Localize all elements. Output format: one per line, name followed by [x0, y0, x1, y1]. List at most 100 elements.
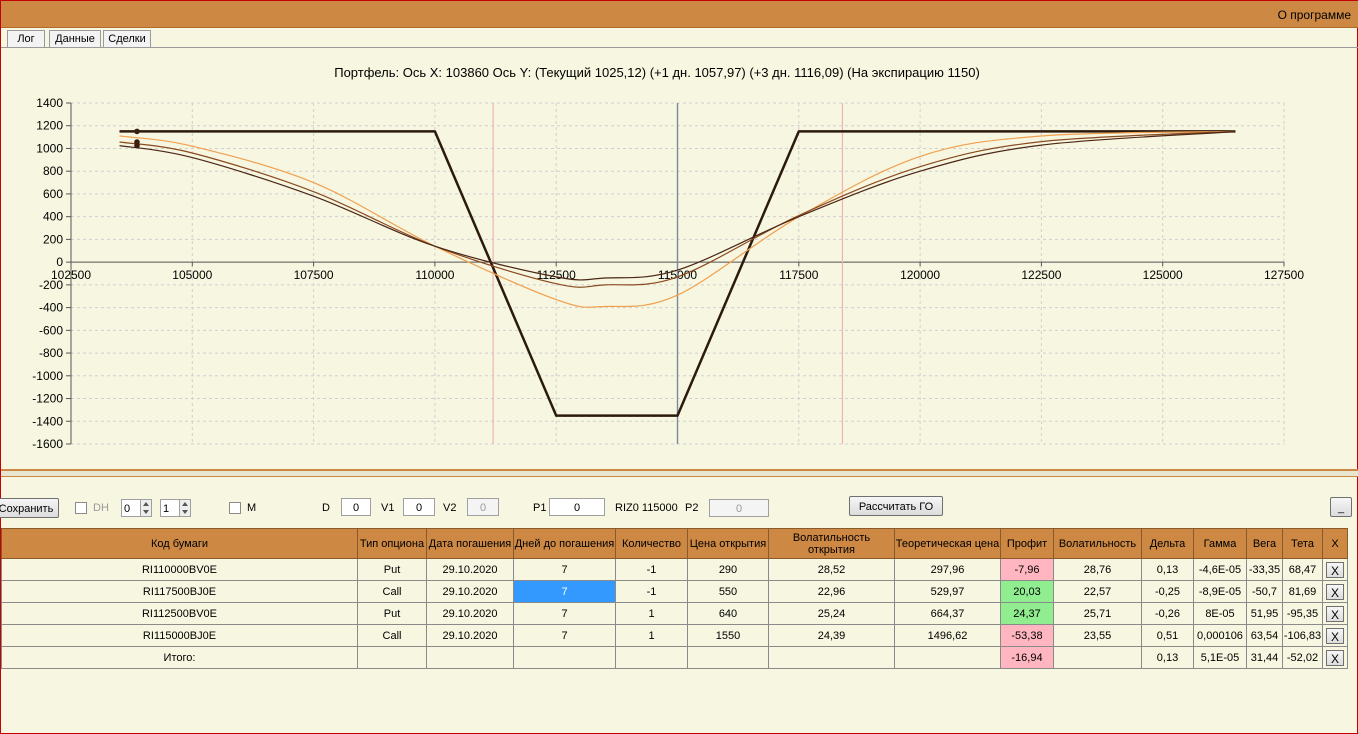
menu-about[interactable]: О программе	[1278, 8, 1351, 22]
col-expiry[interactable]: Дата погашения	[426, 528, 514, 559]
tab-deals[interactable]: Сделки	[103, 30, 151, 48]
cell-expiry[interactable]: 29.10.2020	[426, 558, 514, 581]
col-days[interactable]: Дней до погашения	[513, 528, 616, 559]
spin1-arrows-icon[interactable]	[140, 499, 152, 517]
cell-vol[interactable]: 22,57	[1053, 580, 1142, 603]
spin1-input[interactable]: 0	[121, 499, 141, 517]
delete-row-button[interactable]: X	[1326, 583, 1344, 600]
cell-vol[interactable]: 25,71	[1053, 602, 1142, 625]
current-point-marker	[134, 128, 140, 135]
table-row[interactable]: RI112500BV0E Put 29.10.2020 7 1 640 25,24 664,3…	[1, 602, 1348, 625]
delete-total-button[interactable]: X	[1326, 649, 1344, 666]
cell-vega[interactable]: -33,35	[1246, 558, 1283, 581]
cell-expiry[interactable]: 29.10.2020	[426, 624, 514, 647]
col-vol[interactable]: Волатильность	[1053, 528, 1142, 559]
cell-open-price[interactable]: 550	[687, 580, 769, 603]
cell-code[interactable]: RI110000BV0E	[1, 558, 358, 581]
delete-row-button[interactable]: X	[1326, 561, 1344, 578]
cell-theo-price[interactable]: 297,96	[894, 558, 1001, 581]
cell-vol[interactable]: 23,55	[1053, 624, 1142, 647]
spin2-arrows-icon[interactable]	[179, 499, 191, 517]
col-open-price[interactable]: Цена открытия	[687, 528, 769, 559]
col-theta[interactable]: Тета	[1282, 528, 1323, 559]
tab-data[interactable]: Данные	[49, 30, 101, 48]
cell-qty[interactable]: -1	[615, 580, 688, 603]
spin2-input[interactable]: 1	[160, 499, 180, 517]
cell-open-vol[interactable]: 24,39	[768, 624, 895, 647]
col-vega[interactable]: Вега	[1246, 528, 1283, 559]
cell-profit[interactable]: -7,96	[1000, 558, 1054, 581]
calc-margin-button[interactable]: Рассчитать ГО	[849, 496, 943, 516]
cell-expiry[interactable]: 29.10.2020	[426, 602, 514, 625]
cell-type[interactable]: Put	[357, 602, 427, 625]
d-input[interactable]: 0	[341, 498, 371, 516]
cell-theta[interactable]: -106,83	[1282, 624, 1323, 647]
cell-code[interactable]: RI117500BJ0E	[1, 580, 358, 603]
table-row[interactable]: RI117500BJ0E Call 29.10.2020 7 -1 550 22,96 529…	[1, 580, 1348, 603]
col-profit[interactable]: Профит	[1000, 528, 1054, 559]
col-delta[interactable]: Дельта	[1141, 528, 1194, 559]
cell-code[interactable]: RI115000BJ0E	[1, 624, 358, 647]
cell-open-price[interactable]: 1550	[687, 624, 769, 647]
pnl-chart[interactable]: 1400120010008006004002000-200-400-600-80…	[1, 48, 1357, 470]
cell-qty[interactable]: -1	[615, 558, 688, 581]
save-button[interactable]: Сохранить	[0, 498, 59, 518]
col-code[interactable]: Код бумаги	[1, 528, 358, 559]
cell-open-vol[interactable]: 22,96	[768, 580, 895, 603]
cell-theta[interactable]: 68,47	[1282, 558, 1323, 581]
col-qty[interactable]: Количество	[615, 528, 688, 559]
cell-open-vol[interactable]: 28,52	[768, 558, 895, 581]
cell-open-price[interactable]: 290	[687, 558, 769, 581]
v1-input[interactable]: 0	[403, 498, 435, 516]
cell-type[interactable]: Put	[357, 558, 427, 581]
cell-qty[interactable]: 1	[615, 602, 688, 625]
cell-profit[interactable]: -53,38	[1000, 624, 1054, 647]
cell-days[interactable]: 7	[513, 602, 616, 625]
cell-profit[interactable]: 24,37	[1000, 602, 1054, 625]
table-row[interactable]: RI115000BJ0E Call 29.10.2020 7 1 1550 24,39 149…	[1, 624, 1348, 647]
cell-theo-price[interactable]: 529,97	[894, 580, 1001, 603]
tab-log[interactable]: Лог	[7, 30, 45, 48]
controls-bar: Сохранить DH 0 1 M D 0 V1 0 V2 0 P1 0 RI…	[0, 493, 1358, 523]
p1-input[interactable]: 0	[549, 498, 605, 516]
cell-qty[interactable]: 1	[615, 624, 688, 647]
cell-profit[interactable]: 20,03	[1000, 580, 1054, 603]
cell-theo-price[interactable]: 664,37	[894, 602, 1001, 625]
cell-delta[interactable]: -0,26	[1141, 602, 1194, 625]
cell-delta[interactable]: 0,51	[1141, 624, 1194, 647]
cell-vol[interactable]: 28,76	[1053, 558, 1142, 581]
cell-days[interactable]: 7	[513, 558, 616, 581]
splitter[interactable]	[1, 469, 1358, 477]
cell-open-vol[interactable]: 25,24	[768, 602, 895, 625]
minimize-button[interactable]: _	[1330, 497, 1352, 517]
cell-gamma[interactable]: -8,9E-05	[1193, 580, 1247, 603]
table-row[interactable]: RI110000BV0E Put 29.10.2020 7 -1 290 28,52 297,…	[1, 558, 1348, 581]
cell-gamma[interactable]: -4,6E-05	[1193, 558, 1247, 581]
cell-delta[interactable]: -0,25	[1141, 580, 1194, 603]
m-checkbox[interactable]	[229, 502, 241, 514]
cell-theo-price[interactable]: 1496,62	[894, 624, 1001, 647]
cell-theta[interactable]: -95,35	[1282, 602, 1323, 625]
cell-gamma[interactable]: 0,000106	[1193, 624, 1247, 647]
cell-type[interactable]: Call	[357, 624, 427, 647]
total-theta: -52,02	[1282, 646, 1323, 669]
cell-days[interactable]: 7	[513, 580, 616, 603]
cell-gamma[interactable]: 8E-05	[1193, 602, 1247, 625]
cell-vega[interactable]: -50,7	[1246, 580, 1283, 603]
col-open-vol[interactable]: Волатильность открытия	[768, 528, 895, 559]
cell-type[interactable]: Call	[357, 580, 427, 603]
cell-vega[interactable]: 63,54	[1246, 624, 1283, 647]
delete-row-button[interactable]: X	[1326, 627, 1344, 644]
col-theo-price[interactable]: Теоретическая цена	[894, 528, 1001, 559]
cell-vega[interactable]: 51,95	[1246, 602, 1283, 625]
cell-code[interactable]: RI112500BV0E	[1, 602, 358, 625]
cell-delta[interactable]: 0,13	[1141, 558, 1194, 581]
col-type[interactable]: Тип опциона	[357, 528, 427, 559]
delete-row-button[interactable]: X	[1326, 605, 1344, 622]
cell-days[interactable]: 7	[513, 624, 616, 647]
col-gamma[interactable]: Гамма	[1193, 528, 1247, 559]
cell-expiry[interactable]: 29.10.2020	[426, 580, 514, 603]
dh-checkbox[interactable]	[75, 502, 87, 514]
cell-theta[interactable]: 81,69	[1282, 580, 1323, 603]
cell-open-price[interactable]: 640	[687, 602, 769, 625]
